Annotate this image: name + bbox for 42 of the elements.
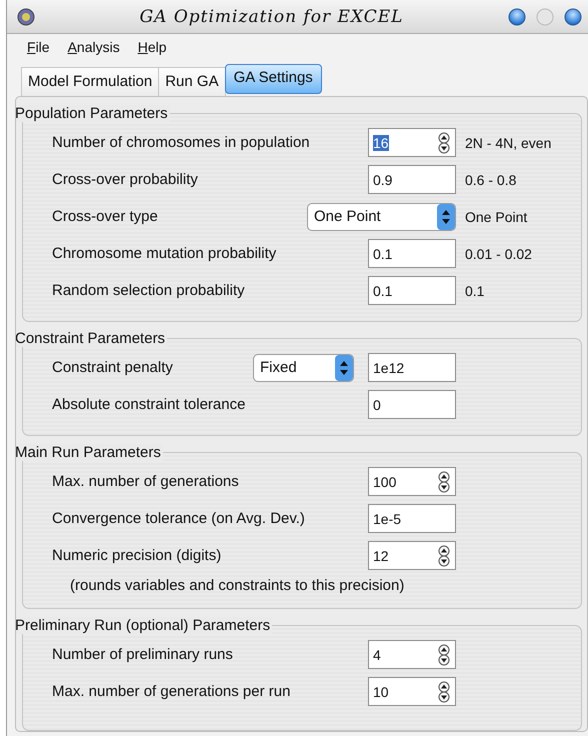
field-label: Number of preliminary runs [52, 646, 234, 663]
spin-field[interactable]: 100 [368, 467, 456, 496]
tab[interactable]: GA Settings [224, 64, 322, 94]
field-label: Random selection probability [52, 282, 246, 299]
field-label: Chromosome mutation probability [52, 245, 278, 262]
group-title: Main Run Parameters [16, 444, 163, 461]
field-label: Number of chromosomes in population [52, 134, 311, 151]
field-label: Cross-over type [52, 208, 159, 225]
hint-text: One Point [464, 208, 528, 224]
field-label: Absolute constraint tolerance [52, 396, 246, 413]
dropdown[interactable]: Fixed [253, 354, 354, 382]
menu-item[interactable]: File [19, 37, 58, 57]
input-field[interactable]: 0 [368, 390, 456, 419]
hint-text: 0.01 - 0.02 [464, 246, 533, 262]
field-label: Max. number of generations [52, 473, 240, 490]
group-title: Constraint Parameters [16, 330, 168, 347]
menu-item[interactable]: Analysis [60, 37, 128, 57]
input-field[interactable]: 0.1 [368, 276, 456, 305]
spin-field[interactable]: 12 [368, 541, 456, 570]
field-label: Numeric precision (digits) [52, 547, 222, 564]
group-title: Population Parameters [16, 105, 170, 122]
hint-text: 0.6 - 0.8 [464, 172, 518, 188]
dropdown[interactable]: One Point [307, 202, 456, 230]
tab[interactable]: Run GA [158, 67, 226, 96]
input-field[interactable]: 0.9 [368, 165, 456, 194]
spin-field[interactable]: 4 [368, 640, 456, 669]
field-label: Max. number of generations per run [52, 683, 292, 700]
hint-text: 2N - 4N, even [464, 134, 552, 150]
menu-item[interactable]: Help [130, 37, 175, 57]
field-label: Cross-over probability [52, 171, 199, 188]
hint-text: 0.1 [464, 282, 486, 298]
input-field[interactable]: 1e-5 [368, 504, 456, 533]
spin-field[interactable]: 16 [368, 128, 456, 157]
window-title: GA Optimization for EXCEL [138, 6, 404, 26]
spin-field[interactable]: 10 [368, 677, 456, 706]
note-text: (rounds variables and constraints to this precision) [70, 576, 404, 594]
input-field[interactable]: 0.1 [368, 239, 456, 268]
tab[interactable]: Model Formulation [21, 67, 160, 96]
group-title: Preliminary Run (optional) Parameters [16, 617, 272, 634]
input-field[interactable]: 1e12 [368, 353, 456, 382]
field-label: Constraint penalty [52, 359, 174, 376]
field-label: Convergence tolerance (on Avg. Dev.) [52, 510, 306, 527]
